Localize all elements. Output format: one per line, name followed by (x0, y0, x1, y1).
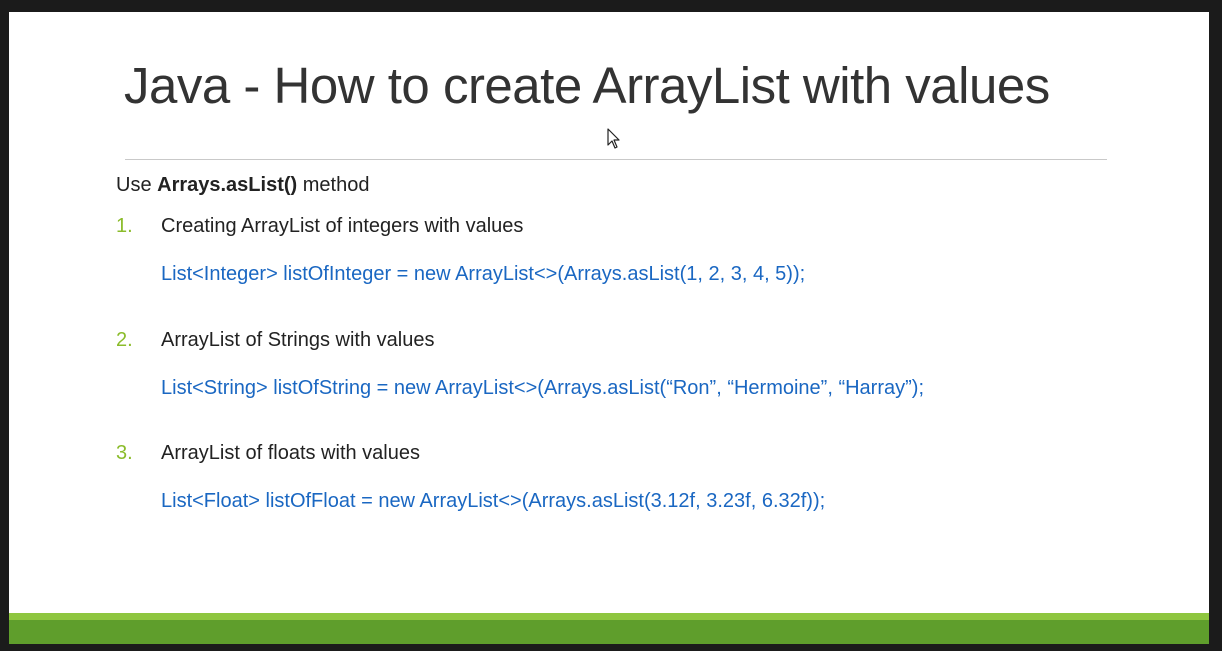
intro-prefix: Use (116, 174, 158, 196)
intro-text: Use Arrays.asList() method (116, 174, 369, 197)
list-item-label: ArrayList of Strings with values (161, 329, 435, 351)
screen-frame: Java - How to create ArrayList with valu… (0, 0, 1222, 651)
code-line: List<Float> listOfFloat = new ArrayList<… (161, 490, 826, 512)
list-item-number: 3. (116, 442, 133, 464)
intro-method-name: Arrays.asList() (157, 174, 298, 196)
list-item-number: 2. (116, 329, 133, 351)
code-line: List<Integer> listOfInteger = new ArrayL… (161, 263, 806, 285)
list-item-number: 1. (116, 215, 133, 237)
intro-suffix: method (297, 174, 370, 196)
footer-band (9, 620, 1209, 644)
footer-accent-band (9, 613, 1209, 620)
code-line: List<String> listOfString = new ArrayLis… (161, 377, 924, 399)
list-item-label: ArrayList of floats with values (161, 442, 420, 464)
title-divider (125, 159, 1107, 160)
list-item-label: Creating ArrayList of integers with valu… (161, 215, 524, 237)
slide-title: Java - How to create ArrayList with valu… (124, 57, 1050, 114)
mouse-pointer-icon (607, 128, 620, 149)
presentation-slide: Java - How to create ArrayList with valu… (9, 12, 1209, 644)
